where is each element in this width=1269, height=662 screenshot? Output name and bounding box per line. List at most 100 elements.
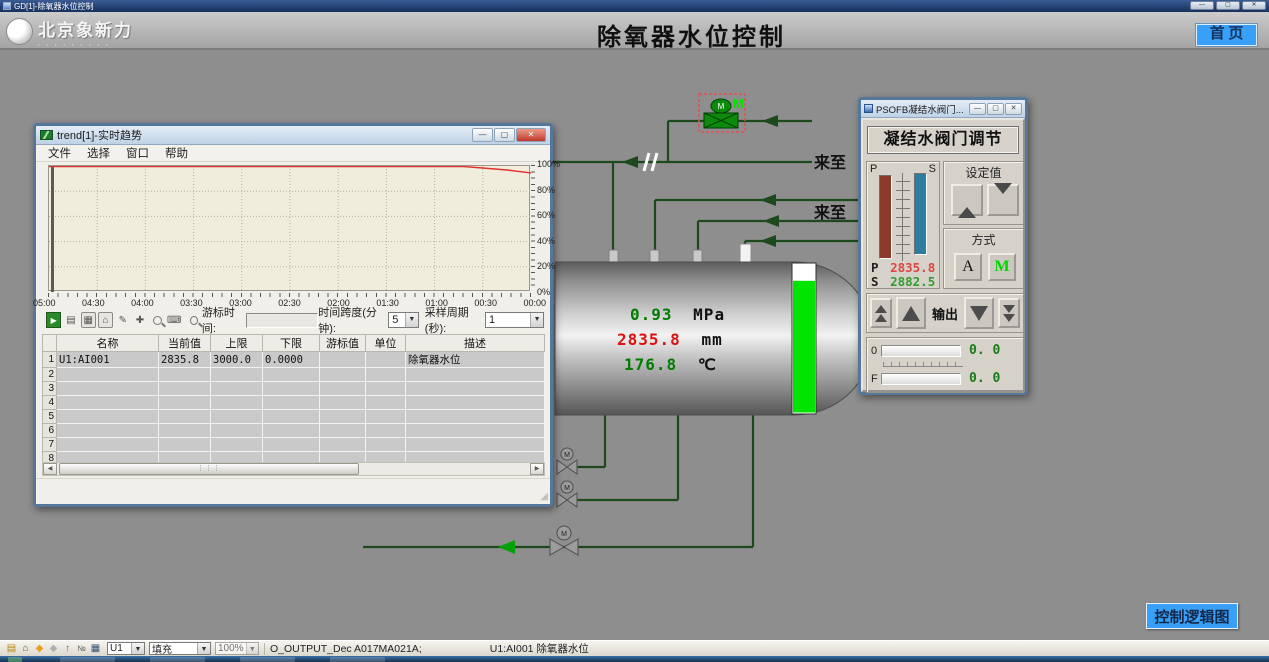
- table-row[interactable]: 2: [43, 368, 545, 382]
- table-cell[interactable]: [159, 368, 211, 382]
- table-cell[interactable]: [57, 410, 159, 424]
- col-cursor[interactable]: 游标值: [320, 335, 366, 352]
- col-upper[interactable]: 上限: [211, 335, 263, 352]
- table-cell[interactable]: [406, 438, 545, 452]
- table-cell[interactable]: [57, 368, 159, 382]
- table-cell[interactable]: 除氧器水位: [406, 352, 545, 368]
- export-icon[interactable]: ▶: [46, 312, 61, 328]
- panel-close-icon[interactable]: ✕: [1005, 103, 1022, 115]
- table-cell[interactable]: [57, 396, 159, 410]
- start-orb-icon[interactable]: [8, 657, 22, 662]
- control-logic-button[interactable]: 控制逻辑图: [1146, 603, 1238, 629]
- table-cell[interactable]: [211, 382, 263, 396]
- pan-icon[interactable]: ✚: [132, 312, 147, 328]
- col-current[interactable]: 当前值: [159, 335, 211, 352]
- home-icon[interactable]: ⌂: [19, 642, 32, 655]
- table-cell[interactable]: [366, 410, 406, 424]
- table-cell[interactable]: [263, 368, 320, 382]
- scrollbar-thumb[interactable]: ⋮⋮⋮: [59, 463, 359, 475]
- panel-maximize-icon[interactable]: ▢: [987, 103, 1004, 115]
- resize-grip-icon[interactable]: ◢: [540, 491, 548, 502]
- top-motor-valve[interactable]: M M: [699, 94, 745, 132]
- table-cell[interactable]: [320, 368, 366, 382]
- col-lower[interactable]: 下限: [263, 335, 320, 352]
- table-cell[interactable]: [320, 410, 366, 424]
- col-desc[interactable]: 描述: [406, 335, 545, 352]
- table-cell[interactable]: [211, 368, 263, 382]
- table-cell[interactable]: [406, 396, 545, 410]
- table-cell[interactable]: [320, 438, 366, 452]
- table-cell[interactable]: [159, 424, 211, 438]
- keyboard-icon[interactable]: ⌨: [167, 312, 182, 328]
- table-cell[interactable]: 2835.8: [159, 352, 211, 368]
- table-cell[interactable]: [406, 410, 545, 424]
- drain-valve-2[interactable]: M: [557, 481, 577, 507]
- diamond-gray-icon[interactable]: ◆: [47, 642, 60, 655]
- print-icon[interactable]: ▤: [63, 312, 78, 328]
- sample-select[interactable]: 1▼: [485, 312, 544, 328]
- output-down-button[interactable]: [964, 297, 994, 329]
- valve-panel-titlebar[interactable]: PSOFB凝结水阀门... — ▢ ✕: [861, 100, 1025, 118]
- table-row[interactable]: 5: [43, 410, 545, 424]
- output-fast-up-button[interactable]: [870, 298, 892, 328]
- table-cell[interactable]: [159, 410, 211, 424]
- table-cell[interactable]: [211, 424, 263, 438]
- fill-select[interactable]: 填充▼: [149, 642, 211, 655]
- output-fast-down-button[interactable]: [998, 298, 1020, 328]
- trend-titlebar[interactable]: trend[1]-实时趋势 — ▢ ✕: [36, 126, 550, 145]
- edit-icon[interactable]: ✎: [115, 312, 130, 328]
- table-cell[interactable]: [366, 368, 406, 382]
- save-icon[interactable]: ▦: [89, 642, 102, 655]
- unit-select[interactable]: U1▼: [107, 642, 145, 655]
- table-row[interactable]: 7: [43, 438, 545, 452]
- trend-maximize-icon[interactable]: ▢: [494, 128, 515, 142]
- table-cell[interactable]: [57, 382, 159, 396]
- mode-auto-button[interactable]: A: [954, 253, 982, 281]
- table-cell[interactable]: 0.0000: [263, 352, 320, 368]
- setpoint-up-button[interactable]: [951, 184, 983, 216]
- zoom-select[interactable]: 100%▼: [215, 642, 259, 655]
- horizontal-scrollbar[interactable]: ◀ ⋮⋮⋮ ▶: [42, 462, 545, 476]
- table-cell[interactable]: [263, 438, 320, 452]
- minimize-icon[interactable]: —: [1190, 1, 1214, 10]
- taskbar-button[interactable]: [150, 657, 205, 662]
- cursor-time-input[interactable]: [246, 313, 318, 328]
- drain-valve-1[interactable]: M: [557, 448, 577, 474]
- table-cell[interactable]: [320, 424, 366, 438]
- taskbar-button[interactable]: [330, 657, 385, 662]
- menu-help[interactable]: 帮助: [157, 145, 196, 161]
- trend-close-icon[interactable]: ✕: [516, 128, 546, 142]
- table-row[interactable]: 3: [43, 382, 545, 396]
- table-cell[interactable]: [263, 410, 320, 424]
- panel-minimize-icon[interactable]: —: [969, 103, 986, 115]
- diamond-orange-icon[interactable]: ◆: [33, 642, 46, 655]
- timespan-select[interactable]: 5▼: [388, 312, 419, 328]
- table-cell[interactable]: [406, 382, 545, 396]
- open-icon[interactable]: ▤: [5, 642, 18, 655]
- col-unit[interactable]: 单位: [366, 335, 406, 352]
- table-cell[interactable]: 3000.0: [211, 352, 263, 368]
- table-cell[interactable]: [366, 424, 406, 438]
- up-arrow-icon[interactable]: ↑: [61, 642, 74, 655]
- table-cell[interactable]: [57, 424, 159, 438]
- home-view-icon[interactable]: ⌂: [98, 312, 113, 328]
- scroll-left-icon[interactable]: ◀: [43, 463, 57, 475]
- close-icon[interactable]: ✕: [1242, 1, 1266, 10]
- table-row[interactable]: 4: [43, 396, 545, 410]
- table-cell[interactable]: [159, 438, 211, 452]
- mode-manual-button[interactable]: M: [988, 253, 1016, 281]
- table-row[interactable]: 1U1:AI0012835.83000.00.0000除氧器水位: [43, 352, 545, 368]
- table-cell[interactable]: [320, 352, 366, 368]
- table-cell[interactable]: [366, 352, 406, 368]
- table-cell[interactable]: [320, 396, 366, 410]
- table-cell[interactable]: [211, 410, 263, 424]
- table-cell[interactable]: [366, 396, 406, 410]
- zoom-icon[interactable]: [150, 312, 165, 328]
- table-cell[interactable]: [366, 382, 406, 396]
- output-up-button[interactable]: [896, 297, 926, 329]
- table-cell[interactable]: [406, 424, 545, 438]
- trend-minimize-icon[interactable]: —: [472, 128, 493, 142]
- table-cell[interactable]: [263, 382, 320, 396]
- maximize-icon[interactable]: ▢: [1216, 1, 1240, 10]
- home-button[interactable]: 首 页: [1196, 24, 1257, 46]
